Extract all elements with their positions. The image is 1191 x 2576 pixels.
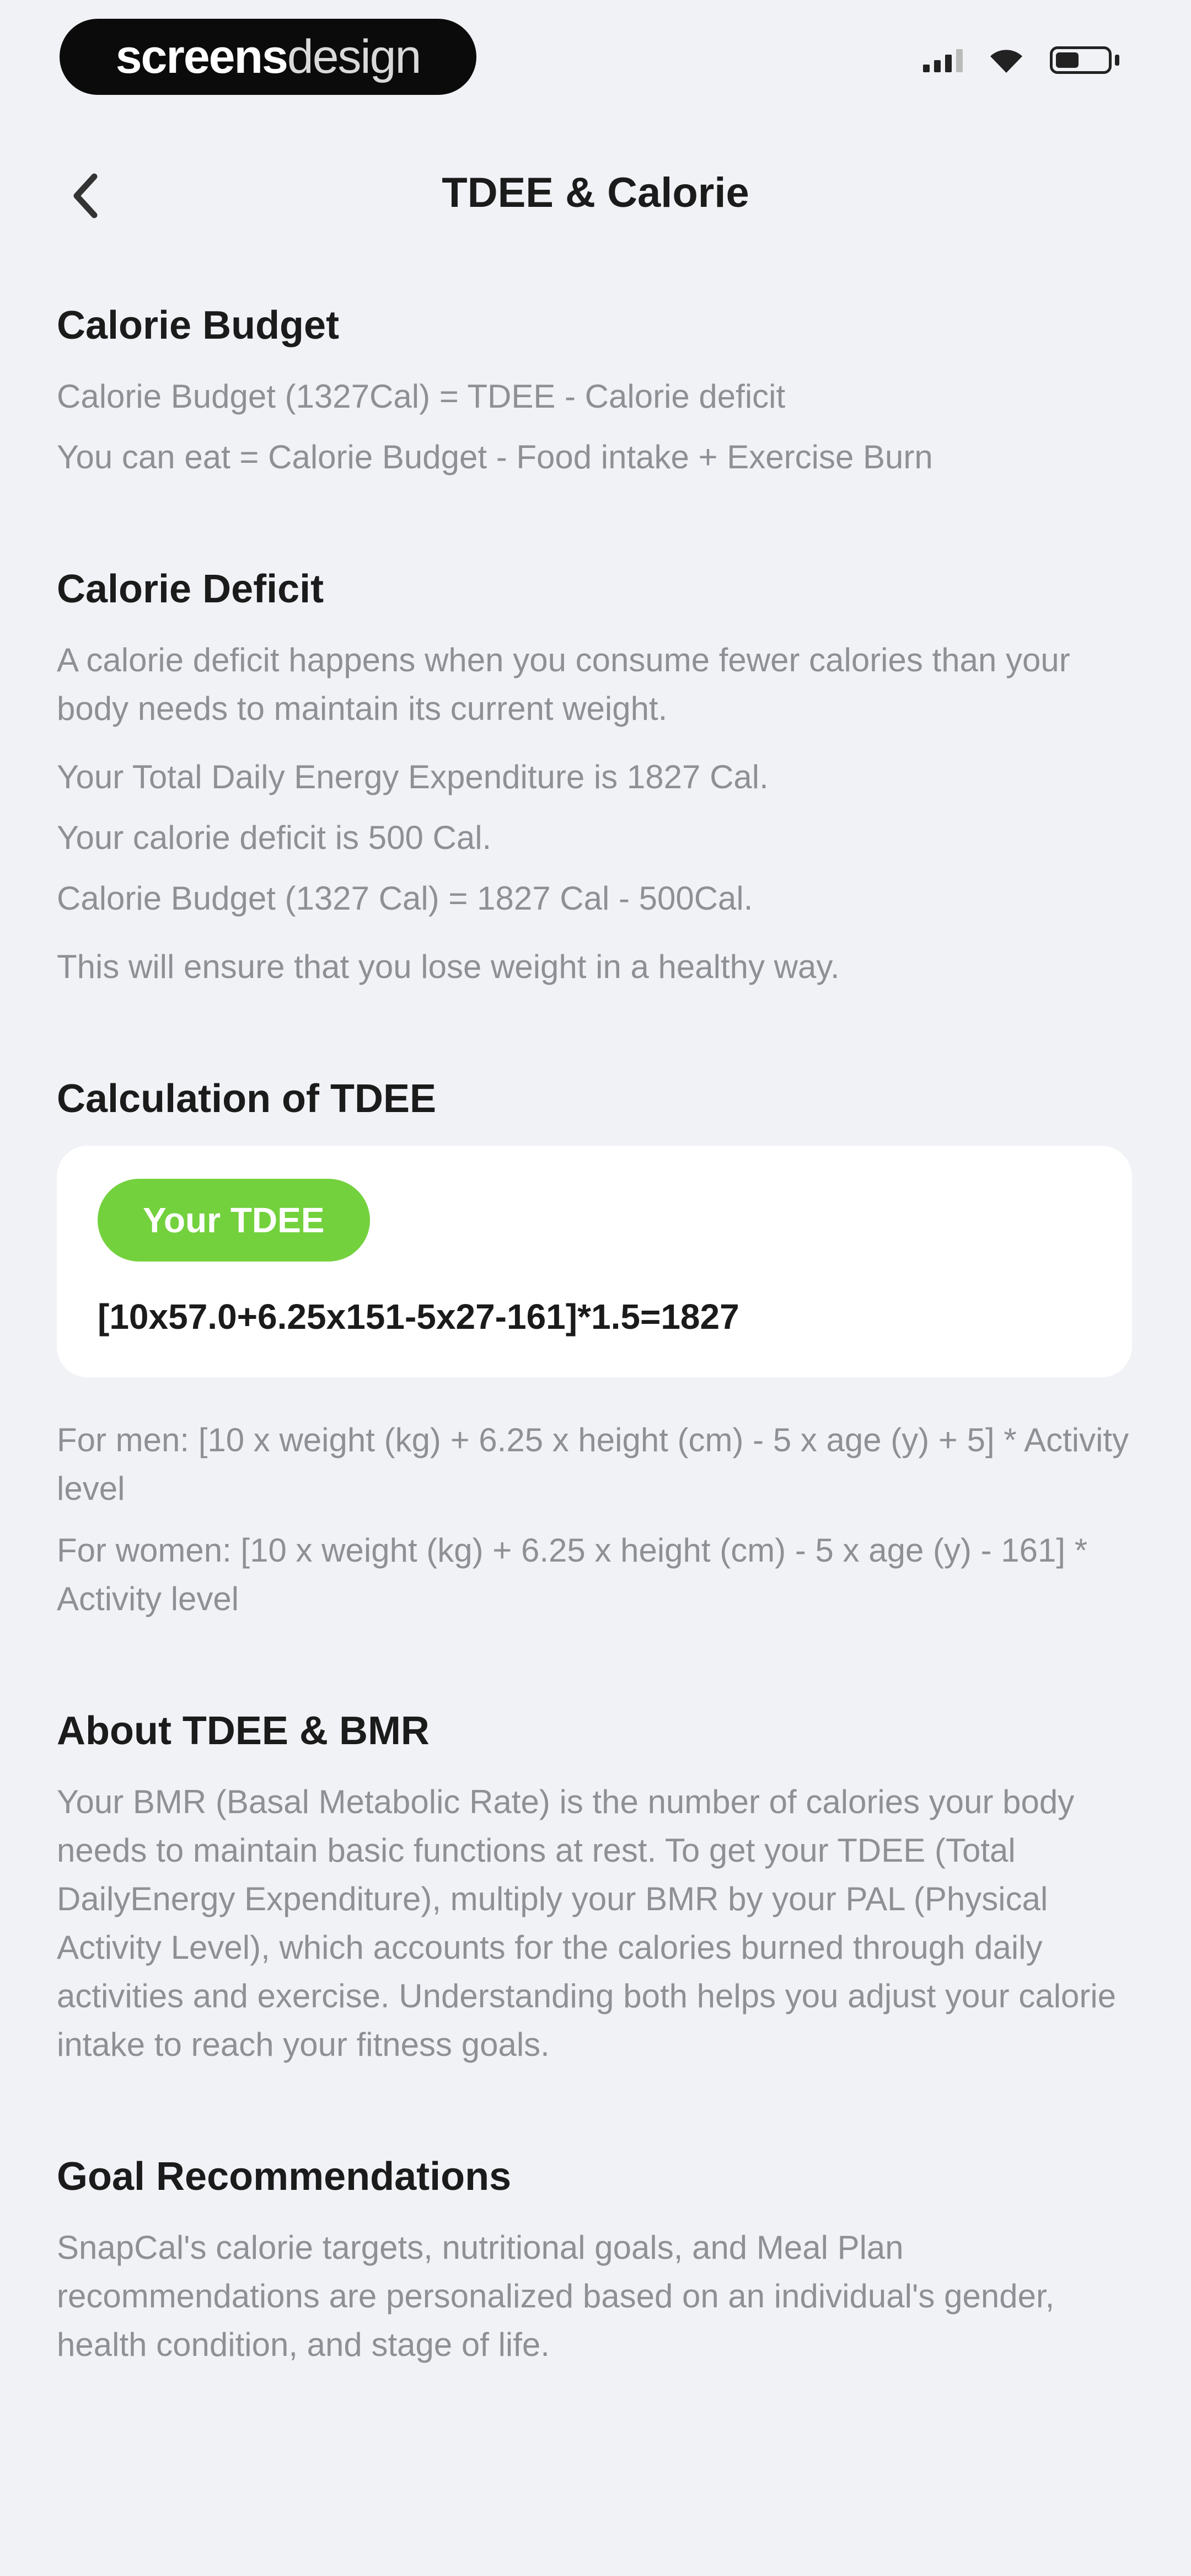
calorie-deficit-line-4: This will ensure that you lose weight in… bbox=[57, 948, 840, 985]
formula-men: For men: [10 x weight (kg) + 6.25 x heig… bbox=[57, 1421, 1129, 1507]
goal-heading: Goal Recommendations bbox=[57, 2155, 512, 2199]
tdee-formula: [10x57.0+6.25x151-5x27-161]*1.5=1827 bbox=[98, 1297, 739, 1337]
brand-logo-bold: screens bbox=[115, 30, 288, 83]
your-tdee-badge: Your TDEE bbox=[98, 1179, 370, 1262]
status-bar: screens design bbox=[0, 0, 1191, 121]
calorie-deficit-heading: Calorie Deficit bbox=[57, 567, 324, 611]
battery-icon bbox=[1050, 46, 1119, 74]
about-body: Your BMR (Basal Metabolic Rate) is the n… bbox=[57, 1783, 1117, 2063]
about-section: About TDEE & BMR Your BMR (Basal Metabol… bbox=[57, 1706, 1138, 2069]
nav-bar: TDEE & Calorie bbox=[0, 143, 1191, 243]
calorie-deficit-line-1: Your Total Daily Energy Expenditure is 1… bbox=[57, 758, 769, 795]
goal-body: SnapCal's calorie targets, nutritional g… bbox=[57, 2229, 1055, 2363]
calorie-deficit-section: Calorie Deficit A calorie deficit happen… bbox=[57, 564, 1138, 991]
page-title: TDEE & Calorie bbox=[442, 169, 749, 216]
brand-logo: screens design bbox=[60, 19, 476, 95]
content: Calorie Budget Calorie Budget (1327Cal) … bbox=[57, 301, 1138, 2452]
tdee-card: Your TDEE [10x57.0+6.25x151-5x27-161]*1.… bbox=[57, 1146, 1132, 1377]
calculation-section: Calculation of TDEE Your TDEE [10x57.0+6… bbox=[57, 1074, 1138, 1623]
wifi-icon bbox=[990, 50, 1022, 73]
calorie-deficit-intro: A calorie deficit happens when you consu… bbox=[57, 642, 1070, 727]
calorie-budget-line-1: Calorie Budget (1327Cal) = TDEE - Calori… bbox=[57, 378, 786, 415]
calculation-heading: Calculation of TDEE bbox=[57, 1077, 437, 1121]
goal-section: Goal Recommendations SnapCal's calorie t… bbox=[57, 2152, 1138, 2369]
calorie-deficit-line-2: Your calorie deficit is 500 Cal. bbox=[57, 819, 492, 856]
calorie-budget-section: Calorie Budget Calorie Budget (1327Cal) … bbox=[57, 301, 1138, 482]
brand-logo-light: design bbox=[287, 30, 421, 83]
calorie-deficit-line-3: Calorie Budget (1327 Cal) = 1827 Cal - 5… bbox=[57, 880, 753, 917]
status-icons bbox=[923, 46, 1119, 74]
calorie-budget-heading: Calorie Budget bbox=[57, 303, 340, 348]
about-heading: About TDEE & BMR bbox=[57, 1709, 430, 1753]
signal-icon bbox=[923, 48, 963, 72]
formula-women: For women: [10 x weight (kg) + 6.25 x he… bbox=[57, 1532, 1088, 1617]
calorie-budget-line-2: You can eat = Calorie Budget - Food inta… bbox=[57, 439, 933, 475]
